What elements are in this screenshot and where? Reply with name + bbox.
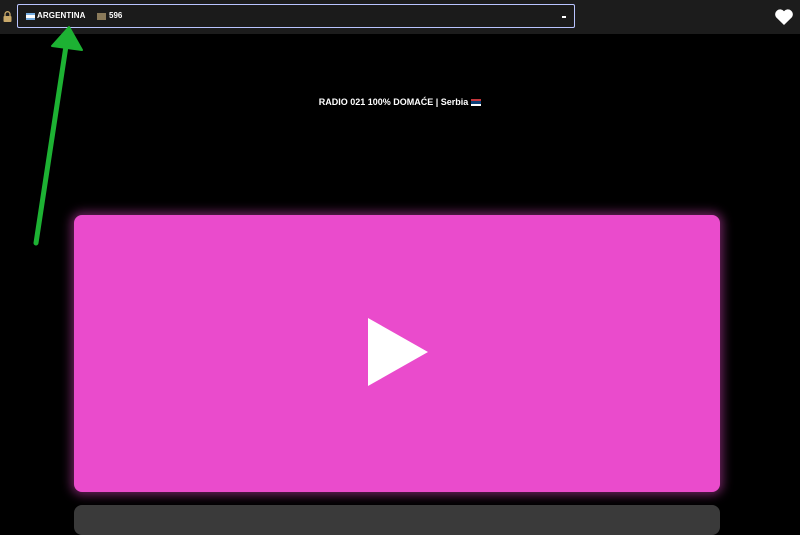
radio-count-icon	[97, 13, 106, 20]
country-select[interactable]: ARGENTINA 596	[17, 4, 575, 28]
secondary-panel	[74, 505, 720, 535]
chevron-down-icon	[562, 16, 566, 18]
play-button[interactable]	[74, 215, 720, 492]
station-title: RADIO 021 100% DOMAĆE | Serbia	[0, 97, 800, 107]
argentina-flag-icon	[26, 13, 35, 20]
station-count: 596	[109, 11, 123, 20]
lock-icon	[3, 11, 12, 22]
serbia-flag-icon	[471, 99, 482, 106]
selected-country-label: ARGENTINA	[37, 11, 86, 20]
heart-icon[interactable]	[774, 8, 794, 26]
play-icon	[368, 318, 428, 386]
top-bar: ARGENTINA 596	[0, 0, 800, 34]
station-title-text: RADIO 021 100% DOMAĆE | Serbia	[318, 97, 469, 107]
